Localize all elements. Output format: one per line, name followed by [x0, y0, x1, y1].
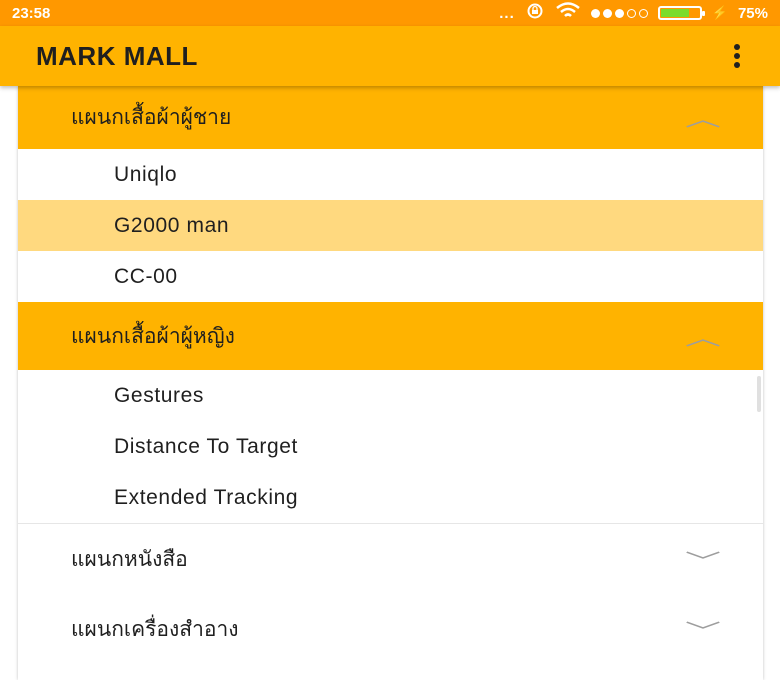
list-item-uniqlo[interactable]: Uniqlo [18, 149, 763, 200]
signal-strength-icon [590, 8, 648, 18]
expandable-list: แผนกเสื้อผ้าผู้ชาย ︿ Uniqlo G2000 man CC… [18, 86, 763, 680]
status-icons: ... ⚡ 75% [499, 2, 768, 24]
list-item-cc-00[interactable]: CC-00 [18, 251, 763, 302]
chevron-up-icon: ︿ [685, 107, 721, 131]
group-header-men-clothing[interactable]: แผนกเสื้อผ้าผู้ชาย ︿ [18, 86, 763, 149]
scrollbar[interactable] [757, 376, 761, 412]
chevron-down-icon: ﹀ [685, 618, 721, 643]
more-vert-icon[interactable] [730, 44, 744, 68]
wifi-icon [555, 2, 581, 24]
list-item-distance-to-target[interactable]: Distance To Target [18, 421, 763, 472]
list-item-g2000-man[interactable]: G2000 man [18, 200, 763, 251]
group-header-books[interactable]: แผนกหนังสือ ﹀ [18, 524, 763, 594]
group-label: แผนกหนังสือ [71, 546, 188, 571]
charging-icon: ⚡ [711, 5, 728, 20]
battery-percent: 75% [737, 4, 768, 22]
chevron-down-icon: ﹀ [685, 548, 721, 573]
app-title: MARK MALL [36, 40, 198, 71]
more-notifications-icon: ... [499, 4, 515, 22]
group-header-cosmetics[interactable]: แผนกเครื่องสำอาง ﹀ [18, 594, 763, 664]
group-label: แผนกเครื่องสำอาง [71, 616, 239, 641]
chevron-up-icon: ︿ [685, 325, 721, 350]
status-time: 23:58 [12, 4, 51, 22]
battery-icon [657, 6, 705, 20]
group-label: แผนกเสื้อผ้าผู้หญิง [71, 323, 235, 348]
group-label: แผนกเสื้อผ้าผู้ชาย [71, 105, 232, 129]
list-item-gestures[interactable]: Gestures [18, 370, 763, 421]
list-item-extended-tracking[interactable]: Extended Tracking [18, 472, 763, 523]
app-bar: MARK MALL [0, 26, 780, 86]
alarm-icon [525, 3, 545, 23]
group-header-women-clothing[interactable]: แผนกเสื้อผ้าผู้หญิง ︿ [18, 302, 763, 370]
status-bar: 23:58 ... ⚡ 75% [0, 0, 780, 26]
